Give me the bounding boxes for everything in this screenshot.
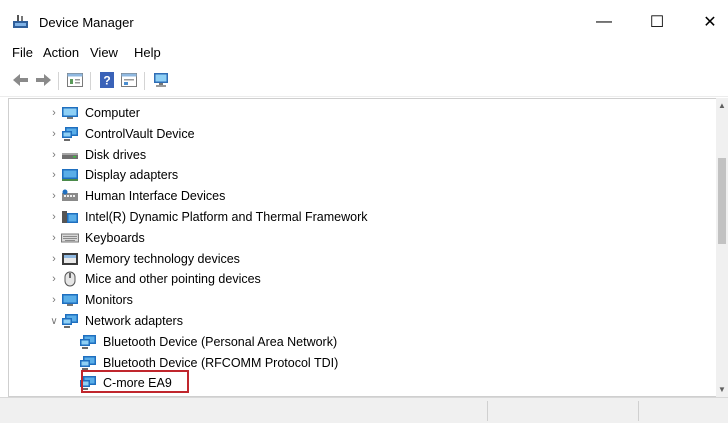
toolbar-separator bbox=[90, 72, 91, 90]
toolbar-separator bbox=[58, 72, 59, 90]
mouse-icon bbox=[61, 271, 79, 287]
chevron-down-icon[interactable]: ∨ bbox=[47, 311, 61, 331]
menu-help[interactable]: Help bbox=[134, 45, 161, 60]
close-icon: ✕ bbox=[703, 14, 717, 31]
tree-node-label: Monitors bbox=[85, 293, 133, 307]
keyboard-icon bbox=[61, 230, 79, 246]
chevron-right-icon[interactable]: › bbox=[47, 165, 61, 185]
tree-node-label: Network adapters bbox=[85, 314, 183, 328]
tree-node-bluetooth-pan[interactable]: Bluetooth Device (Personal Area Network) bbox=[79, 332, 337, 352]
tree-node-label: Mice and other pointing devices bbox=[85, 272, 261, 286]
toolbar-separator bbox=[144, 72, 145, 90]
help-icon: ? bbox=[100, 72, 114, 88]
tree-node-keyboards[interactable]: › Keyboards bbox=[47, 228, 145, 248]
device-manager-icon bbox=[12, 14, 30, 30]
tree-node-disk-drives[interactable]: › Disk drives bbox=[47, 145, 146, 165]
hid-icon bbox=[61, 188, 79, 204]
maximize-button[interactable]: ☐ bbox=[637, 10, 677, 34]
tree-node-label: Intel(R) Dynamic Platform and Thermal Fr… bbox=[85, 210, 368, 224]
tree-node-memory-technology[interactable]: › Memory technology devices bbox=[47, 249, 240, 269]
title-bar: Device Manager — ☐ ✕ bbox=[0, 0, 728, 40]
chevron-right-icon[interactable]: › bbox=[47, 124, 61, 144]
network-adapter-icon bbox=[79, 334, 97, 350]
tree-node-label: Keyboards bbox=[85, 231, 145, 245]
chevron-right-icon[interactable]: › bbox=[47, 186, 61, 206]
status-separator bbox=[638, 401, 639, 421]
menu-bar: File Action View Help bbox=[0, 40, 728, 64]
tree-node-controlvault[interactable]: › ControlVault Device bbox=[47, 124, 195, 144]
tree-node-human-interface-devices[interactable]: › Human Interface Devices bbox=[47, 186, 225, 206]
tree-node-label: ControlVault Device bbox=[85, 127, 195, 141]
minimize-button[interactable]: — bbox=[584, 10, 624, 34]
scrollbar-thumb[interactable] bbox=[718, 158, 726, 244]
chevron-right-icon[interactable]: › bbox=[47, 290, 61, 310]
chevron-right-icon[interactable]: › bbox=[47, 269, 61, 289]
chevron-right-icon[interactable]: › bbox=[47, 249, 61, 269]
help-button[interactable]: ? bbox=[96, 70, 118, 90]
back-icon bbox=[13, 74, 28, 86]
tree-node-display-adapters[interactable]: › Display adapters bbox=[47, 165, 178, 185]
monitor-icon bbox=[61, 292, 79, 308]
intel-folder-icon bbox=[61, 209, 79, 225]
status-separator bbox=[487, 401, 488, 421]
scroll-up-icon[interactable]: ▲ bbox=[716, 98, 728, 112]
chevron-right-icon[interactable]: › bbox=[47, 103, 61, 123]
tree-node-computer[interactable]: › Computer bbox=[47, 103, 140, 123]
close-button[interactable]: ✕ bbox=[690, 10, 728, 34]
tree-node-label: Display adapters bbox=[85, 168, 179, 182]
properties-button[interactable] bbox=[64, 70, 86, 90]
menu-view[interactable]: View bbox=[90, 45, 118, 60]
disk-drive-icon bbox=[61, 147, 79, 163]
menu-action[interactable]: Action bbox=[43, 45, 79, 60]
update-driver-button[interactable] bbox=[118, 70, 140, 90]
forward-icon bbox=[36, 74, 51, 86]
tree-node-label: Bluetooth Device (RFCOMM Protocol TDI) bbox=[103, 356, 339, 370]
scan-hardware-icon bbox=[154, 73, 168, 87]
tree-node-label: Memory technology devices bbox=[85, 252, 240, 266]
window-title: Device Manager bbox=[39, 15, 134, 30]
network-adapter-icon bbox=[79, 355, 97, 371]
display-adapter-icon bbox=[61, 167, 79, 183]
chevron-right-icon[interactable]: › bbox=[47, 145, 61, 165]
svg-text:?: ? bbox=[103, 74, 110, 88]
tree-node-mice[interactable]: › Mice and other pointing devices bbox=[47, 269, 261, 289]
chevron-right-icon[interactable]: › bbox=[47, 207, 61, 227]
update-driver-icon bbox=[121, 73, 137, 87]
toolbar: ? bbox=[0, 66, 728, 97]
tree-node-monitors[interactable]: › Monitors bbox=[47, 290, 133, 310]
tree-node-label: Human Interface Devices bbox=[85, 189, 226, 203]
tree-node-label: Bluetooth Device (Personal Area Network) bbox=[103, 335, 338, 349]
network-adapter-icon bbox=[61, 313, 79, 329]
maximize-icon: ☐ bbox=[649, 14, 665, 31]
vertical-scrollbar[interactable]: ▲ ▼ bbox=[716, 98, 728, 397]
device-tree[interactable]: › Computer › ControlVault Device › Disk … bbox=[8, 98, 717, 397]
back-button[interactable] bbox=[10, 70, 32, 90]
menu-file[interactable]: File bbox=[12, 45, 33, 60]
network-device-icon bbox=[61, 126, 79, 142]
status-bar bbox=[0, 397, 728, 423]
properties-icon bbox=[67, 73, 83, 87]
memory-device-icon bbox=[61, 251, 79, 267]
minimize-icon: — bbox=[596, 13, 612, 30]
scroll-down-icon[interactable]: ▼ bbox=[716, 382, 728, 396]
tree-node-label: Disk drives bbox=[85, 148, 147, 162]
tree-node-label: Computer bbox=[85, 106, 140, 120]
highlight-box bbox=[81, 370, 189, 393]
chevron-right-icon[interactable]: › bbox=[47, 228, 61, 248]
scan-hardware-button[interactable] bbox=[150, 70, 172, 90]
tree-node-network-adapters[interactable]: ∨ Network adapters bbox=[47, 311, 183, 331]
forward-button[interactable] bbox=[32, 70, 54, 90]
computer-icon bbox=[61, 105, 79, 121]
tree-node-intel-dptf[interactable]: › Intel(R) Dynamic Platform and Thermal … bbox=[47, 207, 367, 227]
